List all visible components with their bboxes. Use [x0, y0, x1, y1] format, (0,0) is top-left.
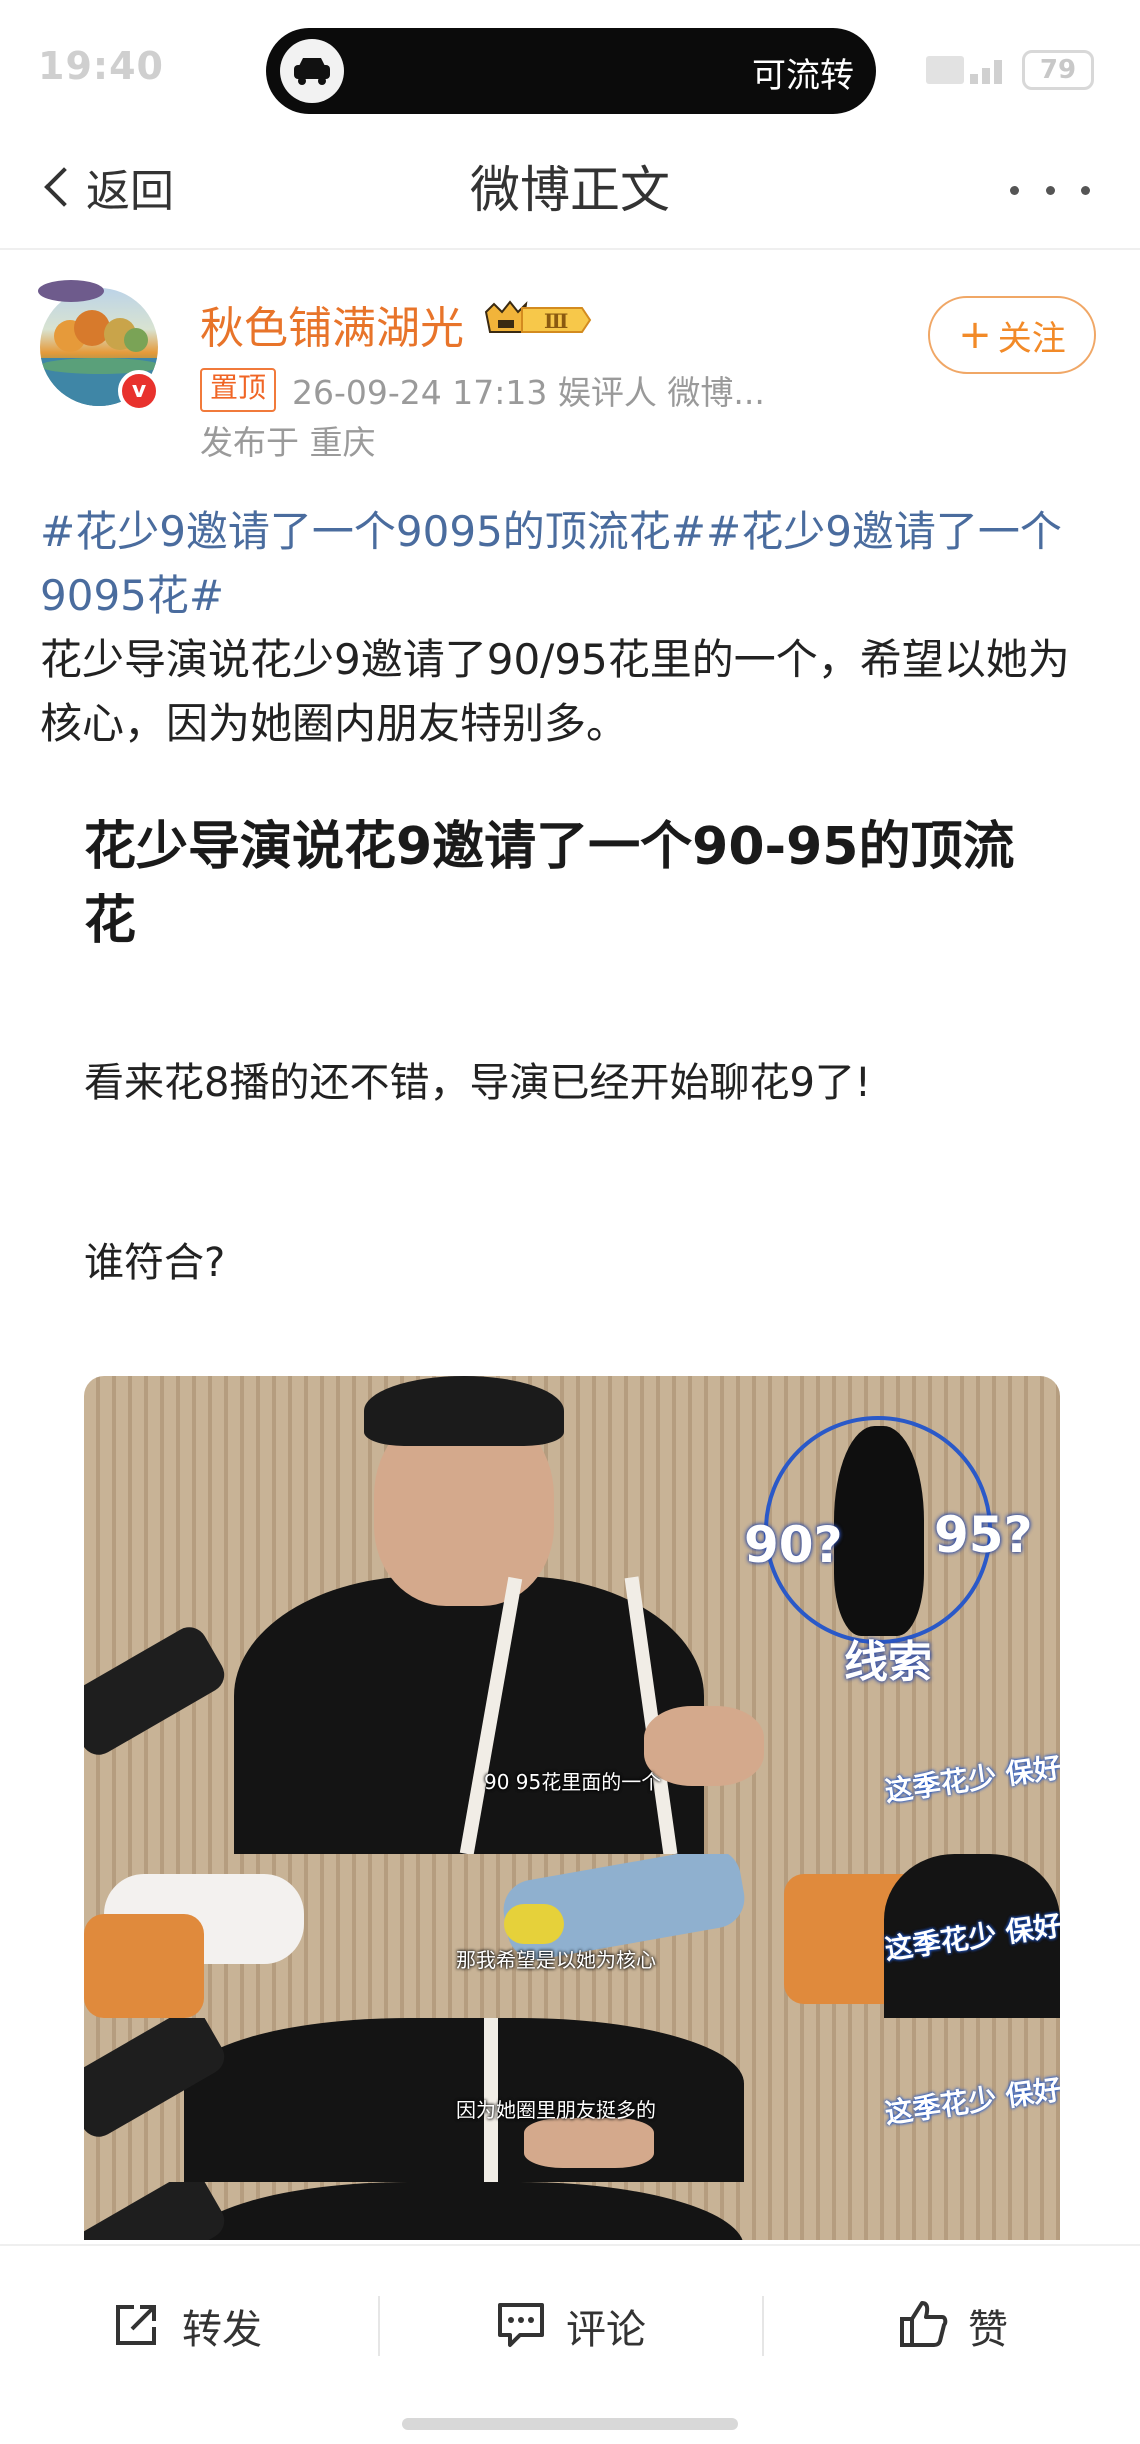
status-bar: 19:40 可流转 79: [0, 0, 1140, 130]
pinned-badge: 置顶: [200, 368, 277, 412]
back-label: 返回: [86, 166, 174, 217]
like-button[interactable]: 赞: [896, 2286, 1008, 2366]
vip-crown-icon[interactable]: Ⅲ: [482, 298, 592, 342]
vip-level: Ⅲ: [544, 309, 568, 333]
article-text: 看来花8播的还不错，导演已经开始聊花9了!: [84, 1060, 871, 1106]
post-text: #花少9邀请了一个9095的顶流花##花少9邀请了一个9095花# 花少导演说花…: [40, 500, 1110, 756]
comment-button[interactable]: 评论: [494, 2286, 646, 2366]
follow-button[interactable]: + 关注: [928, 296, 1096, 374]
ufo-decoration-icon: [38, 280, 104, 302]
plus-icon: +: [958, 312, 992, 358]
more-dots-icon[interactable]: [1010, 180, 1090, 200]
video-frame: 因为她圈里朋友挺多的 这季花少 保好看: [84, 2018, 1060, 2182]
q90-label: 90?: [744, 1516, 843, 1574]
post-location: 发布于 重庆: [200, 423, 376, 462]
article-question: 谁符合?: [84, 1240, 226, 1286]
article-title: 花少导演说花9邀请了一个90-95的顶流花: [84, 817, 1015, 951]
island-label: 可流转: [752, 56, 854, 96]
nav-bar: 微博正文 返回: [0, 130, 1140, 250]
post-meta: 26-09-24 17:13 娱评人 微博...: [292, 373, 765, 412]
author-name[interactable]: 秋色铺满湖光: [200, 292, 464, 356]
divider: [762, 2296, 764, 2356]
video-frames: 90? 95? 线索 90 95花里面的一个 这季花少 保好看 那我希望是以她为…: [84, 1376, 1060, 2240]
like-label: 赞: [968, 2307, 1008, 2353]
video-frame: [84, 2182, 1060, 2240]
comment-icon: [494, 2297, 548, 2355]
comment-label: 评论: [566, 2307, 646, 2353]
show-logo: 这季花少 保好看: [882, 1746, 1060, 1809]
post-image[interactable]: 花少导演说花9邀请了一个90-95的顶流花 看来花8播的还不错，导演已经开始聊花…: [0, 790, 1140, 2240]
subtitle-caption: 因为她圈里朋友挺多的: [456, 2098, 656, 2122]
video-frame: 90? 95? 线索 90 95花里面的一个 这季花少 保好看: [84, 1376, 1060, 1854]
q95-label: 95?: [934, 1506, 1033, 1564]
battery-icon: 79: [1022, 50, 1094, 90]
thumbs-up-icon: [896, 2297, 950, 2355]
bottom-action-bar: 转发 评论 赞: [0, 2244, 1140, 2444]
signal-icon: [926, 52, 1010, 88]
car-icon: [280, 39, 344, 103]
share-icon: [110, 2297, 164, 2355]
repost-label: 转发: [182, 2307, 262, 2353]
subtitle-caption: 90 95花里面的一个: [484, 1770, 662, 1794]
repost-button[interactable]: 转发: [110, 2286, 262, 2366]
clue-label: 线索: [844, 1637, 932, 1688]
post-body-text: 花少导演说花少9邀请了90/95花里的一个，希望以她为核心，因为她圈内朋友特别多…: [40, 635, 1070, 748]
divider: [378, 2296, 380, 2356]
subtitle-caption: 那我希望是以她为核心: [456, 1948, 656, 1972]
chevron-left-icon: [44, 167, 84, 207]
dynamic-island[interactable]: 可流转: [266, 28, 876, 114]
verified-icon: v: [118, 370, 160, 412]
video-frame: 那我希望是以她为核心 这季花少 保好看: [84, 1854, 1060, 2018]
back-button[interactable]: 返回: [40, 152, 174, 222]
hashtag-link[interactable]: #花少9邀请了一个9095的顶流花#: [40, 507, 706, 556]
follow-label: 关注: [997, 318, 1066, 359]
status-time: 19:40: [38, 44, 164, 88]
show-logo: 这季花少 保好看: [882, 2068, 1060, 2131]
home-indicator: [402, 2418, 738, 2430]
